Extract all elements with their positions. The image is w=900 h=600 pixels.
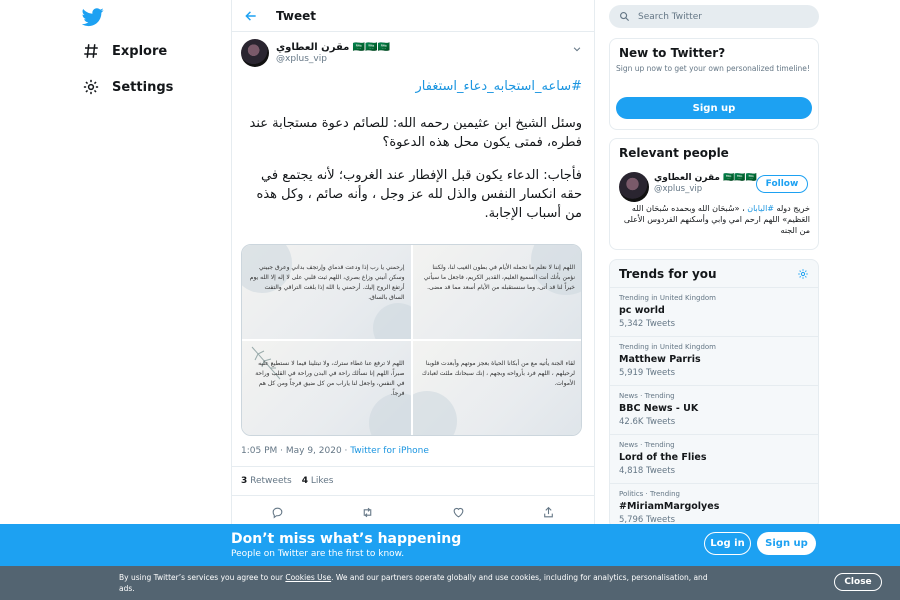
cookie-notice: By using Twitter’s services you agree to… bbox=[0, 566, 900, 600]
trend-item[interactable]: Trending in United Kingdom Matthew Parri… bbox=[610, 337, 818, 386]
chevron-down-icon[interactable] bbox=[572, 44, 582, 54]
avatar[interactable] bbox=[619, 172, 649, 202]
new-to-twitter-description: Sign up now to get your own personalized… bbox=[616, 64, 810, 73]
tweet-actions bbox=[232, 500, 594, 524]
banner-title: Don’t miss what’s happening bbox=[231, 531, 462, 547]
reply-icon[interactable] bbox=[271, 506, 284, 519]
tweet-media-grid: إرحمني يا رب إذا ودعت قدماي وإرتجف بداني… bbox=[241, 244, 582, 436]
likes-count: 4 bbox=[301, 476, 308, 486]
cookies-use-link[interactable]: Cookies Use bbox=[285, 573, 331, 582]
tweet-image[interactable]: إرحمني يا رب إذا ودعت قدماي وإرتجف بداني… bbox=[242, 245, 411, 339]
image-caption: لقاء الجنة يأتيه مع من أبكانا الحياة بعج… bbox=[421, 360, 575, 387]
twitter-page: Explore Settings Tweet مقرن العطاوي 🇸🇦🇸🇦… bbox=[0, 0, 900, 600]
trend-context: News · Trending bbox=[619, 441, 675, 449]
hashtag-icon bbox=[84, 44, 98, 58]
cookie-text-before: By using Twitter’s services you agree to… bbox=[119, 573, 286, 582]
trend-count: 4,818 Tweets bbox=[619, 466, 675, 476]
tweet-hashtag[interactable]: #ساعه_استجابه_دعاء_استغفار bbox=[242, 78, 582, 96]
cookie-text: By using Twitter’s services you agree to… bbox=[119, 572, 719, 594]
tweet-image[interactable]: اللهم إننا لا نعلم ما تحمله الأيام في بط… bbox=[412, 245, 581, 339]
relevant-handle[interactable]: @xplus_vip bbox=[654, 184, 702, 194]
tweet-meta: 1:05 PM · May 9, 2020 · Twitter for iPho… bbox=[241, 446, 429, 456]
bio-hashtag[interactable]: #اليابان bbox=[747, 204, 774, 213]
page-title: Tweet bbox=[276, 8, 316, 23]
nav-settings[interactable]: Settings bbox=[82, 78, 173, 96]
relevant-people-card: Relevant people مقرن العطاوي 🇸🇦🇸🇦🇸🇦 @xpl… bbox=[609, 138, 819, 250]
retweets-stat[interactable]: 3 Retweets bbox=[241, 476, 292, 486]
arrow-left-icon[interactable] bbox=[244, 9, 258, 23]
gear-icon[interactable] bbox=[797, 268, 809, 280]
tweet-text: #ساعه_استجابه_دعاء_استغفار وسئل الشيخ اب… bbox=[232, 78, 594, 223]
new-to-twitter-title: New to Twitter? bbox=[619, 46, 726, 60]
tweet-timestamp[interactable]: 1:05 PM · May 9, 2020 · bbox=[241, 446, 350, 456]
retweet-icon[interactable] bbox=[361, 506, 374, 519]
tweet-source-link[interactable]: Twitter for iPhone bbox=[350, 446, 429, 456]
trend-name: BBC News - UK bbox=[619, 403, 699, 414]
relevant-name[interactable]: مقرن العطاوي 🇸🇦🇸🇦🇸🇦 bbox=[654, 173, 757, 183]
new-to-twitter-card: New to Twitter? Sign up now to get your … bbox=[609, 38, 819, 130]
trends-title: Trends for you bbox=[619, 267, 717, 281]
trend-count: 42.6K Tweets bbox=[619, 417, 676, 427]
cookie-close-button[interactable]: Close bbox=[834, 573, 882, 591]
trend-context: News · Trending bbox=[619, 392, 675, 400]
search-bar[interactable] bbox=[609, 5, 819, 28]
left-nav: Explore Settings bbox=[70, 0, 230, 600]
likes-label: Likes bbox=[310, 476, 334, 486]
bio-prefix: خريج دوله bbox=[774, 204, 810, 213]
tweet-paragraph-question: وسئل الشيخ ابن عثيمين رحمه الله: للصائم … bbox=[249, 116, 582, 150]
nav-settings-label: Settings bbox=[112, 79, 174, 95]
search-input[interactable] bbox=[638, 11, 808, 22]
banner-subtitle: People on Twitter are the first to know. bbox=[231, 549, 405, 559]
trend-context: Politics · Trending bbox=[619, 490, 680, 498]
signup-button[interactable]: Sign up bbox=[616, 97, 812, 119]
trend-context: Trending in United Kingdom bbox=[619, 343, 716, 351]
avatar[interactable] bbox=[241, 39, 269, 67]
trend-item[interactable]: News · Trending BBC News - UK 42.6K Twee… bbox=[610, 386, 818, 435]
trend-name: #MiriamMargolyes bbox=[619, 501, 720, 512]
login-button[interactable]: Log in bbox=[704, 532, 751, 555]
like-icon[interactable] bbox=[452, 506, 465, 519]
image-caption: اللهم إننا لا نعلم ما تحمله الأيام في بط… bbox=[423, 264, 575, 291]
trend-name: Lord of the Flies bbox=[619, 452, 707, 463]
trend-context: Trending in United Kingdom bbox=[619, 294, 716, 302]
image-caption: اللهم لا ترفع عنا غطاء سترك، ولا تبتلينا… bbox=[255, 360, 405, 397]
likes-stat[interactable]: 4 Likes bbox=[302, 476, 334, 486]
twitter-bird-icon[interactable] bbox=[82, 6, 104, 28]
retweets-label: Retweets bbox=[250, 476, 292, 486]
relevant-people-title: Relevant people bbox=[619, 146, 729, 160]
tweet-paragraph-answer: فأجاب: الدعاء يكون قبل الإفطار عند الغرو… bbox=[256, 168, 582, 221]
follow-button[interactable]: Follow bbox=[756, 175, 808, 193]
trend-name: Matthew Parris bbox=[619, 354, 701, 365]
main-column: Tweet مقرن العطاوي 🇸🇦🇸🇦🇸🇦 @xplus_vip #سا… bbox=[231, 0, 595, 600]
author-name[interactable]: مقرن العطاوي 🇸🇦🇸🇦🇸🇦 bbox=[276, 42, 390, 53]
trend-name: pc world bbox=[619, 305, 665, 316]
main-header: Tweet bbox=[232, 0, 594, 32]
tweet-image[interactable]: اللهم لا ترفع عنا غطاء سترك، ولا تبتلينا… bbox=[242, 341, 411, 435]
retweets-count: 3 bbox=[241, 476, 248, 486]
tweet-author: مقرن العطاوي 🇸🇦🇸🇦🇸🇦 @xplus_vip bbox=[232, 38, 594, 78]
share-icon[interactable] bbox=[542, 506, 555, 519]
nav-explore-label: Explore bbox=[112, 43, 168, 59]
trends-header: Trends for you bbox=[610, 260, 818, 288]
search-icon bbox=[620, 12, 630, 22]
tweet-image[interactable]: لقاء الجنة يأتيه مع من أبكانا الحياة بعج… bbox=[412, 341, 581, 435]
relevant-bio: خريج دوله #اليابان ، «سُبحَان الله وبحمد… bbox=[618, 203, 810, 236]
tweet-stats: 3 Retweets 4 Likes bbox=[232, 466, 594, 496]
image-caption: إرحمني يا رب إذا ودعت قدماي وإرتجف بداني… bbox=[249, 264, 405, 301]
gear-icon bbox=[83, 79, 99, 95]
nav-explore[interactable]: Explore bbox=[82, 42, 167, 60]
trend-item[interactable]: Trending in United Kingdom pc world 5,34… bbox=[610, 288, 818, 337]
trend-count: 5,342 Tweets bbox=[619, 319, 675, 329]
trends-card: Trends for you Trending in United Kingdo… bbox=[609, 259, 819, 529]
trend-item[interactable]: News · Trending Lord of the Flies 4,818 … bbox=[610, 435, 818, 484]
author-handle[interactable]: @xplus_vip bbox=[276, 54, 327, 64]
banner-signup-button[interactable]: Sign up bbox=[757, 532, 816, 555]
trend-count: 5,919 Tweets bbox=[619, 368, 675, 378]
